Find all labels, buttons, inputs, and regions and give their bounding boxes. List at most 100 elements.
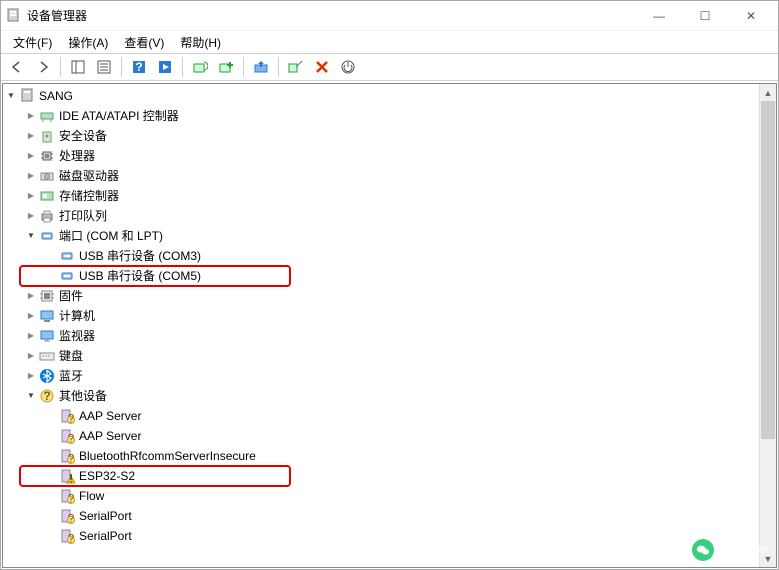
- port-icon: [59, 268, 75, 284]
- node-label: ESP32-S2: [79, 466, 135, 486]
- properties-button[interactable]: [92, 55, 116, 79]
- svg-text:?: ?: [68, 492, 75, 505]
- port-icon: [39, 228, 55, 244]
- expander-icon[interactable]: [25, 310, 37, 322]
- node-label: IDE ATA/ATAPI 控制器: [59, 106, 179, 126]
- expander-icon[interactable]: [25, 130, 37, 142]
- expander-icon[interactable]: [25, 170, 37, 182]
- storage-icon: [39, 188, 55, 204]
- port-icon: [59, 248, 75, 264]
- expander-icon[interactable]: [25, 290, 37, 302]
- vertical-scrollbar[interactable]: ▲ ▼: [759, 84, 776, 567]
- device-ports-0[interactable]: USB 串行设备 (COM3): [5, 246, 776, 266]
- device-other-5[interactable]: ? SerialPort: [5, 506, 776, 526]
- computer-icon: [39, 308, 55, 324]
- node-label: 监视器: [59, 326, 95, 346]
- node-label: USB 串行设备 (COM3): [79, 246, 201, 266]
- category-other[interactable]: ? 其他设备: [5, 386, 776, 406]
- unknown-icon: ?: [59, 428, 75, 444]
- svg-text:?: ?: [135, 60, 142, 74]
- svg-text:?: ?: [68, 412, 75, 425]
- menu-help[interactable]: 帮助(H): [172, 32, 229, 53]
- node-label: 安全设备: [59, 126, 107, 146]
- category-storage[interactable]: 存储控制器: [5, 186, 776, 206]
- unknown-icon: ?: [59, 508, 75, 524]
- device-other-0[interactable]: ? AAP Server: [5, 406, 776, 426]
- device-other-4[interactable]: ? Flow: [5, 486, 776, 506]
- device-other-6[interactable]: ? SerialPort: [5, 526, 776, 546]
- disk-icon: [39, 168, 55, 184]
- category-security[interactable]: 安全设备: [5, 126, 776, 146]
- category-monitor[interactable]: 监视器: [5, 326, 776, 346]
- uninstall-device-button[interactable]: [284, 55, 308, 79]
- category-ports[interactable]: 端口 (COM 和 LPT): [5, 226, 776, 246]
- help-button[interactable]: ?: [127, 55, 151, 79]
- expander-icon[interactable]: [5, 90, 17, 102]
- scroll-up-arrow-icon[interactable]: ▲: [760, 84, 776, 101]
- scroll-thumb[interactable]: [761, 101, 775, 439]
- expander-icon[interactable]: [25, 330, 37, 342]
- category-keyboard[interactable]: 键盘: [5, 346, 776, 366]
- enable-device-button[interactable]: [336, 55, 360, 79]
- category-printq[interactable]: 打印队列: [5, 206, 776, 226]
- unknown-warn-icon: !: [59, 468, 75, 484]
- cpu-icon: [39, 148, 55, 164]
- close-button[interactable]: ✕: [728, 1, 774, 31]
- wechat-icon: [692, 539, 714, 561]
- device-ports-1[interactable]: USB 串行设备 (COM5): [5, 266, 776, 286]
- unknown-icon: ?: [59, 448, 75, 464]
- category-disk[interactable]: 磁盘驱动器: [5, 166, 776, 186]
- expander-icon[interactable]: [25, 350, 37, 362]
- action-button[interactable]: [153, 55, 177, 79]
- menu-file[interactable]: 文件(F): [5, 32, 60, 53]
- node-label: 蓝牙: [59, 366, 83, 386]
- expander-icon[interactable]: [25, 210, 37, 222]
- security-icon: [39, 128, 55, 144]
- expander-icon[interactable]: [25, 230, 37, 242]
- node-label: 固件: [59, 286, 83, 306]
- device-other-3[interactable]: ! ESP32-S2: [5, 466, 776, 486]
- svg-text:?: ?: [68, 452, 75, 465]
- category-ide[interactable]: IDE ATA/ATAPI 控制器: [5, 106, 776, 126]
- maximize-button[interactable]: ☐: [682, 1, 728, 31]
- svg-text:?: ?: [68, 532, 75, 545]
- expander-icon[interactable]: [25, 190, 37, 202]
- back-button[interactable]: [5, 55, 29, 79]
- firmware-icon: [39, 288, 55, 304]
- menu-action[interactable]: 操作(A): [60, 32, 116, 53]
- disable-device-button[interactable]: [310, 55, 334, 79]
- menu-view[interactable]: 查看(V): [116, 32, 172, 53]
- category-computer[interactable]: 计算机: [5, 306, 776, 326]
- node-label: SerialPort: [79, 526, 132, 546]
- node-label: 磁盘驱动器: [59, 166, 119, 186]
- window-title: 设备管理器: [27, 7, 636, 24]
- device-other-2[interactable]: ? BluetoothRfcommServerInsecure: [5, 446, 776, 466]
- tree-root[interactable]: SANG: [5, 86, 776, 106]
- update-driver-button[interactable]: [249, 55, 273, 79]
- printer-icon: [39, 208, 55, 224]
- show-hide-tree-button[interactable]: [66, 55, 90, 79]
- app-icon: [5, 8, 21, 24]
- category-bluetooth[interactable]: 蓝牙: [5, 366, 776, 386]
- scan-hardware-button[interactable]: [188, 55, 212, 79]
- node-label: SANG: [39, 86, 73, 106]
- keyboard-icon: [39, 348, 55, 364]
- category-firmware[interactable]: 固件: [5, 286, 776, 306]
- device-tree-container: SANG IDE ATA/ATAPI 控制器 安全设备 处理器 磁盘驱动器 存储…: [2, 83, 777, 568]
- minimize-button[interactable]: —: [636, 1, 682, 31]
- watermark: 桑榆肖物: [692, 539, 768, 561]
- expander-icon[interactable]: [25, 370, 37, 382]
- expander-icon[interactable]: [25, 150, 37, 162]
- device-tree[interactable]: SANG IDE ATA/ATAPI 控制器 安全设备 处理器 磁盘驱动器 存储…: [3, 84, 776, 548]
- expander-icon[interactable]: [25, 110, 37, 122]
- unknown-icon: ?: [59, 528, 75, 544]
- forward-button[interactable]: [31, 55, 55, 79]
- category-cpu[interactable]: 处理器: [5, 146, 776, 166]
- watermark-text: 桑榆肖物: [720, 542, 768, 559]
- expander-icon[interactable]: [25, 390, 37, 402]
- device-other-1[interactable]: ? AAP Server: [5, 426, 776, 446]
- add-legacy-hardware-button[interactable]: [214, 55, 238, 79]
- node-label: 存储控制器: [59, 186, 119, 206]
- node-label: 端口 (COM 和 LPT): [59, 226, 163, 246]
- toolbar: ?: [1, 53, 778, 81]
